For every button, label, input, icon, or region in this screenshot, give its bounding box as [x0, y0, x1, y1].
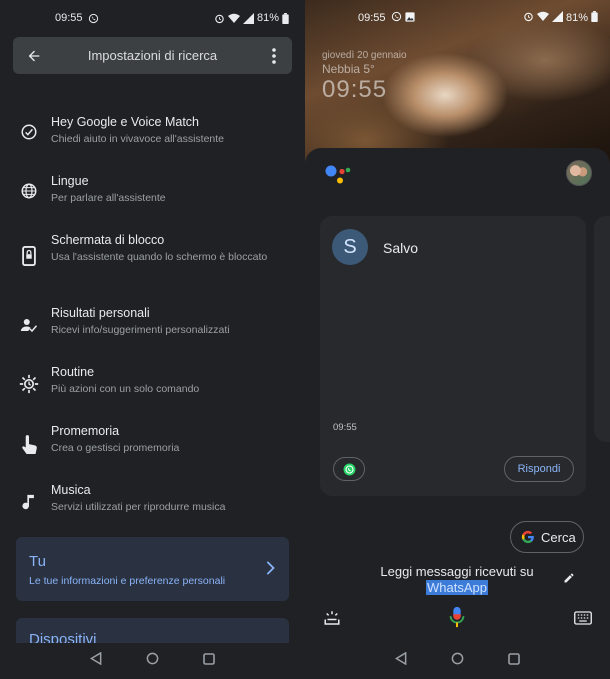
- query-highlight: WhatsApp: [426, 580, 488, 595]
- signal-icon: [551, 11, 563, 25]
- reply-button[interactable]: Rispondi: [504, 456, 574, 482]
- battery-percent: 81%: [256, 12, 279, 24]
- arrow-back-icon: [28, 50, 40, 61]
- status-time: 09:55: [358, 12, 386, 24]
- navigation-bar: [0, 643, 305, 679]
- edit-query-icon[interactable]: [563, 571, 575, 589]
- query-text: Leggi messaggi ricevuti su: [380, 564, 534, 579]
- status-bar: 09:55 81%: [0, 0, 305, 36]
- search-chip[interactable]: Cerca: [510, 521, 584, 553]
- lock-weather: Nebbia 5°: [322, 62, 375, 76]
- battery-icon: [282, 12, 289, 24]
- music-note-icon: [18, 492, 40, 514]
- chevron-right-icon: [265, 561, 275, 580]
- settings-header: Impostazioni di ricerca: [13, 37, 292, 74]
- wifi-icon: [536, 11, 549, 25]
- alarm-icon: [523, 11, 534, 25]
- signal-icon: [242, 12, 254, 24]
- nav-recents-icon[interactable]: [508, 652, 520, 670]
- setting-description: Servizi utilizzati per riprodurre musica: [51, 501, 226, 513]
- message-card: S Salvo 09:55 Rispondi: [320, 216, 586, 496]
- voice-match-icon: [18, 121, 40, 143]
- reminder-icon: [18, 434, 40, 456]
- globe-icon: [18, 180, 40, 202]
- battery-icon: [591, 11, 598, 25]
- lock-screen-icon: [18, 245, 40, 267]
- assistant-sheet: S Salvo 09:55 Rispondi: [305, 148, 610, 679]
- keyboard-icon[interactable]: [574, 611, 592, 630]
- setting-description: Per parlare all'assistente: [51, 192, 166, 204]
- setting-label: Schermata di blocco: [51, 233, 165, 247]
- status-bar: 09:55 81%: [305, 0, 610, 36]
- lockscreen-info: giovedì 20 gennaio Nebbia 5° 09:55: [322, 50, 407, 104]
- snapshot-icon[interactable]: [323, 609, 341, 632]
- tu-description: Le tue informazioni e preferenze persona…: [29, 575, 226, 587]
- setting-label: Routine: [51, 365, 95, 379]
- open-whatsapp-button[interactable]: [333, 457, 365, 481]
- assistant-screen: 09:55 81% giovedì 20 gennaio Nebbia 5° 0…: [305, 0, 610, 679]
- message-time: 09:55: [333, 422, 357, 433]
- more-vert-icon: [272, 47, 276, 64]
- setting-music[interactable]: Musica Servizi utilizzati per riprodurre…: [0, 483, 305, 539]
- nav-home-icon[interactable]: [146, 652, 159, 670]
- setting-description: Ricevi info/suggerimenti personalizzati: [51, 324, 230, 336]
- setting-voice-match[interactable]: Hey Google e Voice Match Chiedi aiuto in…: [0, 115, 305, 171]
- setting-lock-screen[interactable]: Schermata di blocco Usa l'assistente qua…: [0, 233, 305, 289]
- nav-recents-icon[interactable]: [203, 652, 215, 670]
- tu-card[interactable]: Tu Le tue informazioni e preferenze pers…: [16, 537, 289, 601]
- setting-routine[interactable]: Routine Più azioni con un solo comando: [0, 365, 305, 421]
- nav-back-icon[interactable]: [394, 651, 407, 670]
- setting-label: Risultati personali: [51, 306, 150, 320]
- assistant-bottom-bar: [305, 605, 610, 633]
- navigation-bar: [305, 643, 610, 679]
- gallery-status-icon: [404, 11, 415, 25]
- whatsapp-status-icon: [88, 13, 99, 24]
- tu-title: Tu: [29, 553, 46, 570]
- nav-back-icon[interactable]: [89, 651, 102, 670]
- sender-name: Salvo: [383, 240, 419, 256]
- setting-label: Promemoria: [51, 424, 120, 438]
- contact-avatar: S: [332, 229, 368, 265]
- routine-icon: [18, 373, 40, 395]
- account-avatar[interactable]: [566, 160, 592, 186]
- whatsapp-icon: [343, 463, 355, 475]
- lock-clock: 09:55: [322, 76, 388, 103]
- microphone-icon[interactable]: [448, 606, 466, 633]
- setting-description: Usa l'assistente quando lo schermo è blo…: [51, 251, 268, 263]
- next-card-peek[interactable]: [594, 216, 610, 442]
- setting-label: Hey Google e Voice Match: [51, 115, 199, 129]
- google-g-icon: [521, 530, 534, 544]
- setting-personal-results[interactable]: Risultati personali Ricevi info/suggerim…: [0, 306, 305, 362]
- setting-label: Lingue: [51, 174, 89, 188]
- lock-date: giovedì 20 gennaio: [322, 50, 407, 61]
- setting-lingue[interactable]: Lingue Per parlare all'assistente: [0, 174, 305, 230]
- setting-reminders[interactable]: Promemoria Crea o gestisci promemoria: [0, 424, 305, 480]
- back-button[interactable]: [13, 37, 55, 74]
- voice-query: Leggi messaggi ricevuti su WhatsApp: [345, 564, 569, 596]
- whatsapp-status-icon: [391, 11, 402, 25]
- wifi-icon: [227, 13, 240, 24]
- settings-screen: 09:55 81% Impostazioni di ricerca Hey Go…: [0, 0, 305, 679]
- nav-home-icon[interactable]: [451, 652, 464, 670]
- more-options-button[interactable]: [256, 37, 292, 74]
- setting-label: Musica: [51, 483, 91, 497]
- alarm-icon: [214, 13, 225, 24]
- battery-percent: 81%: [565, 12, 588, 24]
- assistant-logo-icon: [325, 165, 351, 184]
- search-chip-label: Cerca: [541, 529, 576, 545]
- setting-description: Crea o gestisci promemoria: [51, 442, 180, 454]
- page-title: Impostazioni di ricerca: [87, 48, 218, 63]
- setting-description: Chiedi aiuto in vivavoce all'assistente: [51, 133, 225, 145]
- setting-description: Più azioni con un solo comando: [51, 383, 200, 395]
- status-time: 09:55: [55, 12, 83, 24]
- personal-results-icon: [18, 314, 40, 336]
